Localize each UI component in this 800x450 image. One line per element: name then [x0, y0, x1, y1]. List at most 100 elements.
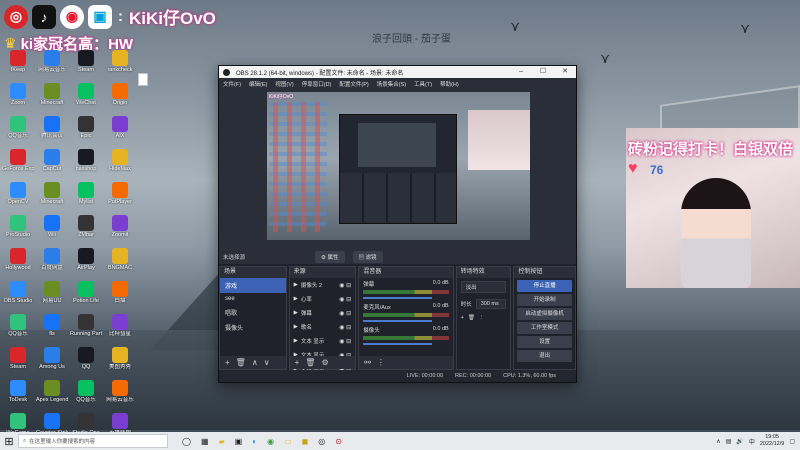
- desktop-icon[interactable]: Zoom: [2, 83, 34, 116]
- taskbar-search[interactable]: ⌕ 在这里输入你要搜索的内容: [18, 434, 168, 448]
- menu-scene-collection[interactable]: 场景集合(S): [377, 80, 406, 88]
- desktop-icon[interactable]: 腾讯会议: [36, 116, 68, 149]
- edge-icon[interactable]: ◐: [252, 437, 257, 446]
- desktop-icon[interactable]: GeForce Experience: [2, 149, 34, 182]
- remove-transition-icon[interactable]: 🗑: [468, 315, 475, 321]
- properties-button[interactable]: ⚙ 属性: [315, 250, 345, 263]
- store-icon[interactable]: ▣: [235, 437, 243, 446]
- app-icon[interactable]: ◼: [302, 437, 309, 446]
- move-up-icon[interactable]: ∧: [252, 358, 258, 367]
- move-down-icon[interactable]: ∨: [264, 358, 270, 367]
- tray-chevron-icon[interactable]: ∧: [716, 438, 720, 445]
- desktop-icon[interactable]: Among Us: [36, 347, 68, 380]
- desktop-icon[interactable]: Minecraft: [36, 83, 68, 116]
- desktop-icon[interactable]: WeChat: [70, 83, 102, 116]
- source-item[interactable]: ▶ 心率 ◉ ⊟: [290, 292, 356, 306]
- desktop-icon[interactable]: rankcheck: [104, 50, 136, 83]
- control-button[interactable]: 设置: [517, 336, 572, 348]
- desktop-icon[interactable]: Mylist: [70, 182, 102, 215]
- program-preview[interactable]: KiKi仔OvO: [267, 92, 530, 240]
- source-item[interactable]: ▶ 弹幕 ◉ ⊟: [290, 306, 356, 320]
- desktop-icon[interactable]: PotPlayer: [104, 182, 136, 215]
- desktop-icon[interactable]: fls: [36, 314, 68, 347]
- scene-item[interactable]: 游戏: [220, 278, 286, 293]
- desktop-icon[interactable]: Steam: [2, 347, 34, 380]
- menu-tools[interactable]: 工具(T): [414, 80, 432, 88]
- desktop-icon[interactable]: 白描: [104, 281, 136, 314]
- menu-view[interactable]: 视图(V): [275, 80, 293, 88]
- obs-window[interactable]: OBS 28.1.2 (64-bit, windows) - 配置文件: 未命名…: [218, 65, 577, 383]
- live-app-icon[interactable]: ⊙: [335, 437, 342, 446]
- visibility-lock-icon[interactable]: ◉ ⊟: [339, 310, 351, 317]
- desktop-icon[interactable]: OpenCV: [2, 182, 34, 215]
- link-icon[interactable]: ⚯: [364, 358, 371, 367]
- desktop-icon[interactable]: 网易云音乐: [36, 50, 68, 83]
- desktop-icon[interactable]: ZMbar: [70, 215, 102, 248]
- menu-file[interactable]: 文件(F): [223, 80, 241, 88]
- volume-slider[interactable]: [363, 297, 432, 299]
- add-scene-icon[interactable]: +: [225, 358, 230, 367]
- desktop-icon[interactable]: AirPlay: [70, 248, 102, 281]
- minimize-button[interactable]: –: [510, 66, 532, 78]
- desktop-icon[interactable]: OBS Studio: [2, 281, 34, 314]
- duration-input[interactable]: 300 ms: [475, 299, 507, 309]
- scene-item[interactable]: see: [220, 293, 286, 305]
- visibility-lock-icon[interactable]: ◉ ⊟: [339, 282, 351, 289]
- obs-titlebar[interactable]: OBS 28.1.2 (64-bit, windows) - 配置文件: 未命名…: [219, 66, 576, 78]
- desktop-icon[interactable]: CapCut: [36, 149, 68, 182]
- close-button[interactable]: ✕: [554, 66, 576, 78]
- network-icon[interactable]: ▤: [726, 438, 732, 445]
- desktop-icon[interactable]: Epic: [70, 116, 102, 149]
- menu-profile[interactable]: 配置文件(P): [339, 80, 368, 88]
- desktop-icon[interactable]: 比特彗星: [104, 314, 136, 347]
- folder-icon[interactable]: ▭: [284, 437, 292, 446]
- obs-taskbar-icon[interactable]: ◎: [318, 437, 325, 446]
- desktop-icon[interactable]: Potion Life: [70, 281, 102, 314]
- desktop-icon[interactable]: 网易云音乐: [104, 380, 136, 413]
- desktop-icon[interactable]: 百度网盘: [36, 248, 68, 281]
- widgets-icon[interactable]: ▦: [201, 437, 209, 446]
- remove-source-icon[interactable]: 🗑: [305, 358, 315, 367]
- desktop-icon[interactable]: Running Party: [70, 314, 102, 347]
- desktop-icon[interactable]: Origin: [104, 83, 136, 116]
- desktop-icon[interactable]: hasshop: [70, 149, 102, 182]
- transition-menu-icon[interactable]: ⋮: [479, 315, 485, 321]
- desktop-icon[interactable]: ToDesk: [2, 380, 34, 413]
- volume-icon[interactable]: 🔊: [736, 438, 743, 445]
- desktop-icon[interactable]: 美图秀秀: [104, 347, 136, 380]
- control-button[interactable]: 停止直播: [517, 280, 572, 292]
- scene-item[interactable]: 摄像头: [220, 320, 286, 335]
- source-item[interactable]: ▶文本 显示 ◉ ⊟: [290, 334, 356, 348]
- desktop-icon[interactable]: AIX: [104, 116, 136, 149]
- filters-button[interactable]: ▤ 滤镜: [352, 250, 383, 263]
- document-icon[interactable]: [138, 73, 148, 86]
- desktop-icon[interactable]: QQ音乐: [2, 314, 34, 347]
- visibility-lock-icon[interactable]: ◉ ⊟: [339, 338, 351, 345]
- file-explorer-icon[interactable]: ▰: [219, 437, 225, 446]
- source-settings-icon[interactable]: ⚙: [321, 358, 328, 367]
- maximize-button[interactable]: ☐: [532, 66, 554, 78]
- desktop-icon[interactable]: Wii: [36, 215, 68, 248]
- control-button[interactable]: 退出: [517, 350, 572, 362]
- control-button[interactable]: 工作室模式: [517, 322, 572, 334]
- desktop-icon[interactable]: Hollywood: [2, 248, 34, 281]
- remove-scene-icon[interactable]: 🗑: [236, 358, 246, 367]
- desktop-icon[interactable]: HideMax: [104, 149, 136, 182]
- scene-item[interactable]: 唱歌: [220, 305, 286, 320]
- visibility-lock-icon[interactable]: ◉ ⊟: [339, 296, 351, 303]
- control-button[interactable]: 开始录制: [517, 294, 572, 306]
- desktop-icon[interactable]: Apex Legends: [36, 380, 68, 413]
- menu-help[interactable]: 帮助(H): [440, 80, 459, 88]
- menu-edit[interactable]: 编辑(E): [249, 80, 267, 88]
- desktop-icon[interactable]: QQ: [70, 347, 102, 380]
- start-button[interactable]: ⊞: [0, 432, 18, 450]
- menu-docks[interactable]: 停靠窗口(D): [302, 80, 332, 88]
- desktop-icon[interactable]: QQ音乐: [70, 380, 102, 413]
- clock[interactable]: 19:05 2022/12/9: [760, 434, 784, 448]
- desktop-icon[interactable]: ProStudio: [2, 215, 34, 248]
- desktop-icon[interactable]: 网易UU: [36, 281, 68, 314]
- chrome-icon[interactable]: ◉: [267, 437, 274, 446]
- source-item[interactable]: ▶ 歌名 ◉ ⊟: [290, 320, 356, 334]
- visibility-lock-icon[interactable]: ◉ ⊟: [339, 324, 351, 331]
- desktop-icon[interactable]: Zoomit: [104, 215, 136, 248]
